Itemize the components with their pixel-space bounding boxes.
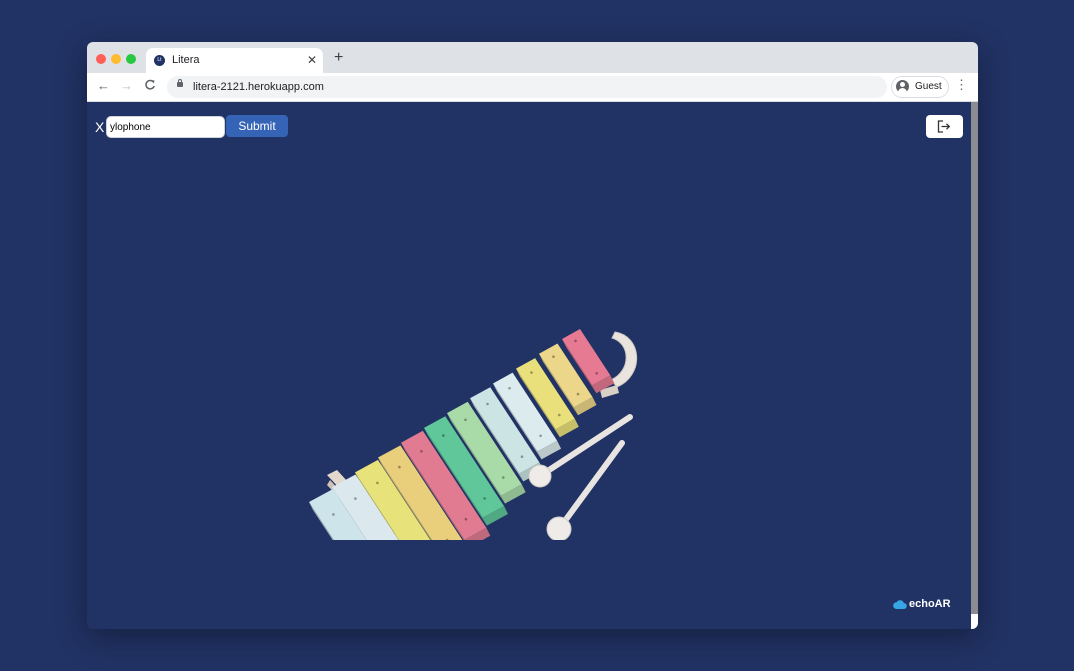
profile-button[interactable]: Guest [891, 76, 949, 98]
new-tab-button[interactable]: + [334, 50, 343, 66]
xylophone-bars [309, 329, 615, 540]
search-prefix-label: X [95, 119, 105, 135]
favicon-icon: Lt [154, 55, 165, 66]
reload-icon[interactable] [144, 79, 156, 94]
avatar-icon [896, 80, 909, 93]
tab-title: Litera [172, 54, 200, 66]
echoar-wordmark: echoAR [909, 598, 951, 610]
tab-litera[interactable]: Lt Litera ✕ [146, 48, 323, 73]
cloud-icon [893, 600, 907, 609]
address-bar[interactable]: litera-2121.herokuapp.com [167, 76, 887, 98]
minimize-window-button[interactable] [111, 54, 121, 64]
forward-icon[interactable]: → [120, 79, 133, 93]
search-input[interactable] [106, 116, 225, 138]
menu-icon[interactable]: ⋮ [955, 78, 968, 92]
tab-strip: Lt Litera ✕ + [87, 42, 978, 73]
scrollbar[interactable] [971, 102, 978, 629]
page-viewport: X Submit [87, 102, 978, 629]
browser-window: Lt Litera ✕ + ← → litera-2121.herokuapp.… [87, 42, 978, 629]
logout-icon [937, 120, 951, 133]
logout-button[interactable] [926, 115, 963, 138]
url-text: litera-2121.herokuapp.com [193, 81, 324, 93]
close-window-button[interactable] [96, 54, 106, 64]
close-icon[interactable]: ✕ [307, 53, 317, 67]
browser-toolbar: ← → litera-2121.herokuapp.com Guest ⋮ [87, 73, 978, 102]
scrollbar-thumb[interactable] [971, 102, 978, 614]
profile-label: Guest [915, 81, 942, 92]
maximize-window-button[interactable] [126, 54, 136, 64]
lock-icon [177, 79, 183, 87]
back-icon[interactable]: ← [97, 79, 110, 93]
xylophone-model-canvas[interactable] [297, 280, 657, 540]
submit-button[interactable]: Submit [226, 115, 288, 137]
